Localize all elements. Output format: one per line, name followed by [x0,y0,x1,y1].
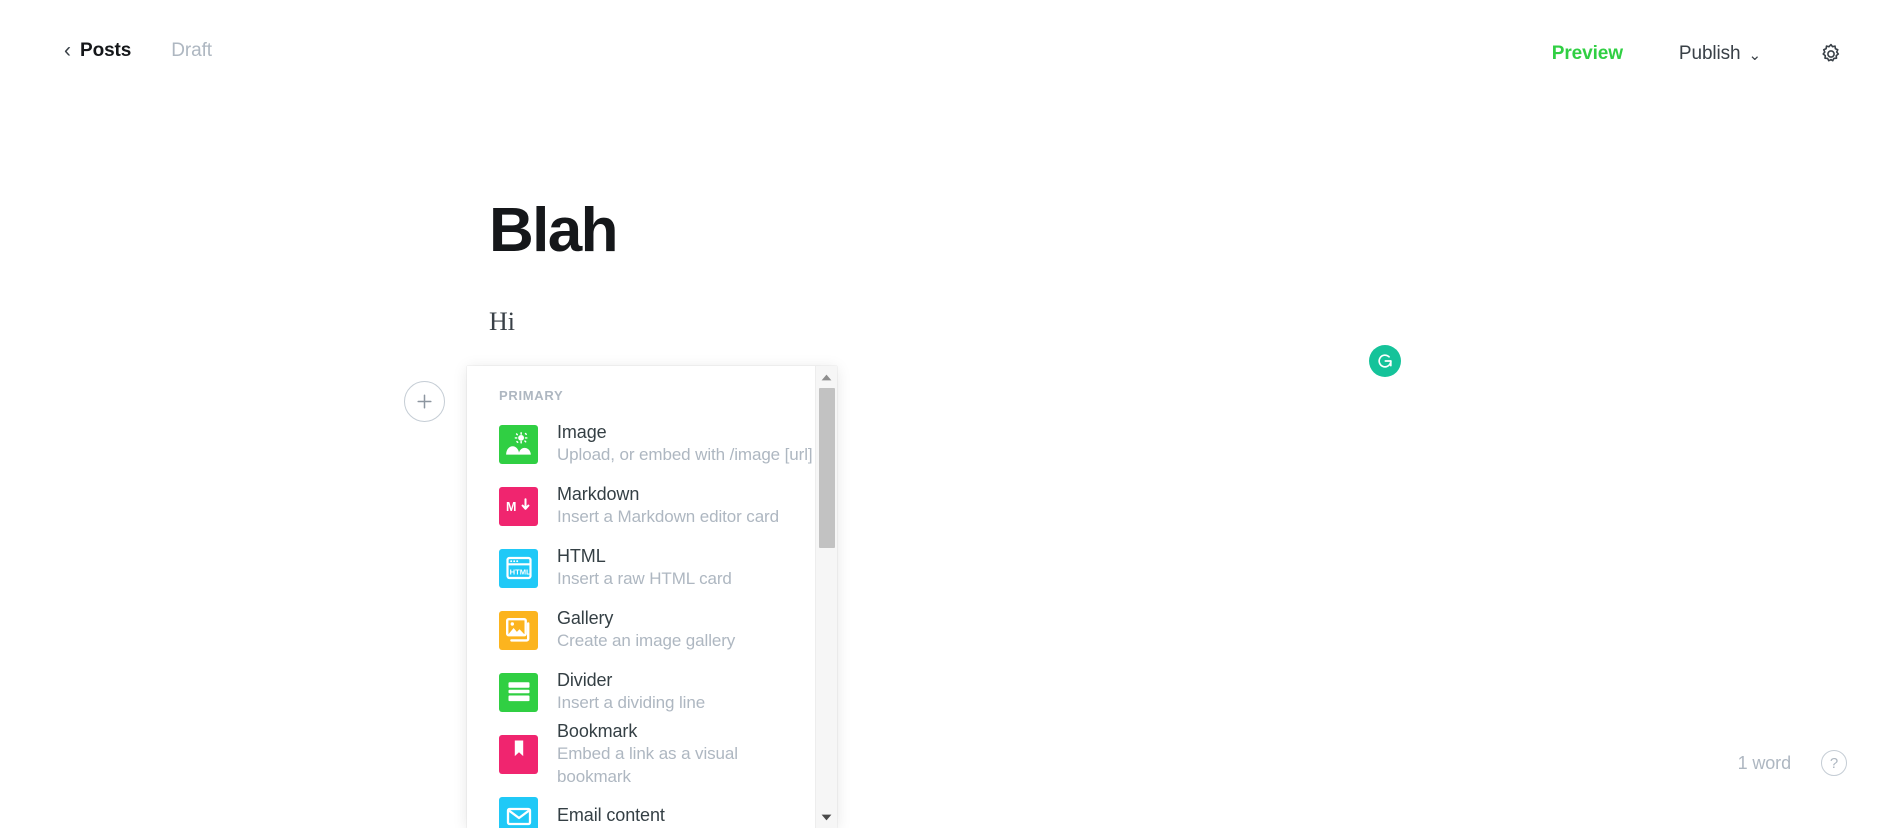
card-menu-item-title: Divider [557,670,613,691]
email-card-icon [499,796,538,828]
card-menu-item-desc: Insert a dividing line [557,693,706,713]
help-icon[interactable]: ? [1821,750,1847,776]
image-glyph-icon [506,431,531,455]
card-menu-item-desc: Upload, or embed with /image [url] [557,445,813,465]
card-menu-item-desc: Create an image gallery [557,631,736,651]
word-count-label: 1 word [1737,752,1792,773]
preview-button[interactable]: Preview [1552,43,1623,65]
publish-button-label: Publish [1678,43,1741,64]
card-menu-item-divider[interactable]: Divider Insert a dividing line [467,661,815,723]
html-card-icon: HTML [499,548,538,588]
divider-glyph-icon [508,682,529,702]
scroll-down-arrow-icon[interactable] [816,808,837,826]
chevron-left-icon[interactable]: ‹ [64,40,71,61]
card-menu-item-title: Markdown [557,484,640,505]
gallery-glyph-icon [505,617,529,642]
post-title-input[interactable]: Blah [489,196,619,265]
card-menu-item-desc: Insert a Markdown editor card [557,507,779,527]
bookmark-card-icon [499,734,538,774]
gear-icon [1822,43,1840,62]
card-menu-item-title: HTML [557,546,606,567]
card-menu-item-title: Bookmark [557,721,638,742]
card-menu-item-text: Markdown Insert a Markdown editor card [557,483,779,528]
card-menu-item-text: Email content [557,804,665,827]
card-menu-item-desc: Embed a link as a visual bookmark [557,744,738,786]
card-menu-item-html[interactable]: HTML HTML Insert a raw HTML card [467,537,815,599]
svg-text:HTML: HTML [509,568,530,577]
grammarly-icon[interactable] [1369,345,1401,377]
card-menu-item-text: Bookmark Embed a link as a visual bookma… [557,720,815,787]
card-menu-item-gallery[interactable]: Gallery Create an image gallery [467,599,815,661]
card-menu-item-text: Image Upload, or embed with /image [url] [557,421,813,466]
chevron-down-icon: ⌄ [1748,47,1762,64]
add-card-button[interactable] [404,381,445,422]
post-body-paragraph[interactable]: Hi [489,301,515,343]
publish-button[interactable]: Publish ⌄ [1679,43,1761,65]
envelope-glyph-icon [506,807,531,826]
card-menu-item-bookmark[interactable]: Bookmark Embed a link as a visual bookma… [467,720,815,787]
card-menu-section-label: PRIMARY [499,388,564,403]
svg-text:M: M [506,500,516,514]
settings-button[interactable] [1817,40,1845,68]
card-menu-item-title: Gallery [557,608,614,629]
gallery-card-icon [499,610,538,650]
triangle-up-icon [821,374,832,380]
scrollbar-thumb[interactable] [819,388,835,548]
card-menu-item-image[interactable]: Image Upload, or embed with /image [url] [467,413,815,475]
editor-top-bar: ‹ Posts Draft Preview Publish ⌄ [0,0,1881,112]
html-glyph-icon: HTML [505,556,532,580]
card-menu-scroll-area: PRIMARY Image Upload, or embed with /ima… [467,366,815,828]
back-to-posts-link[interactable]: Posts [80,40,131,62]
post-status-label: Draft [171,40,212,61]
card-menu-item-text: HTML Insert a raw HTML card [557,545,732,590]
triangle-down-icon [821,814,832,820]
scroll-up-arrow-icon[interactable] [816,368,837,386]
card-insert-menu: PRIMARY Image Upload, or embed with /ima… [467,366,837,828]
card-menu-item-markdown[interactable]: M Markdown Insert a Markdown editor card [467,475,815,537]
markdown-card-icon: M [499,486,538,526]
grammarly-glyph-icon [1378,354,1392,368]
plus-icon [417,394,432,409]
card-menu-item-text: Gallery Create an image gallery [557,607,735,652]
markdown-glyph-icon: M [506,498,529,514]
card-menu-scrollbar[interactable] [815,366,837,828]
divider-card-icon [499,672,538,712]
card-menu-item-title: Image [557,422,607,443]
topbar-left-group: ‹ Posts Draft [64,40,212,62]
bookmark-glyph-icon [514,740,523,757]
post-editor-canvas: Blah Hi [0,112,1881,828]
card-menu-item-desc: Insert a raw HTML card [557,569,732,589]
card-menu-item-text: Divider Insert a dividing line [557,669,705,714]
image-card-icon [499,424,538,464]
card-menu-item-email-content[interactable]: Email content [467,785,815,828]
editor-footer: 1 word ? [1738,750,1847,776]
topbar-right-group: Preview Publish ⌄ [1552,40,1845,68]
card-menu-item-title: Email content [557,805,665,826]
